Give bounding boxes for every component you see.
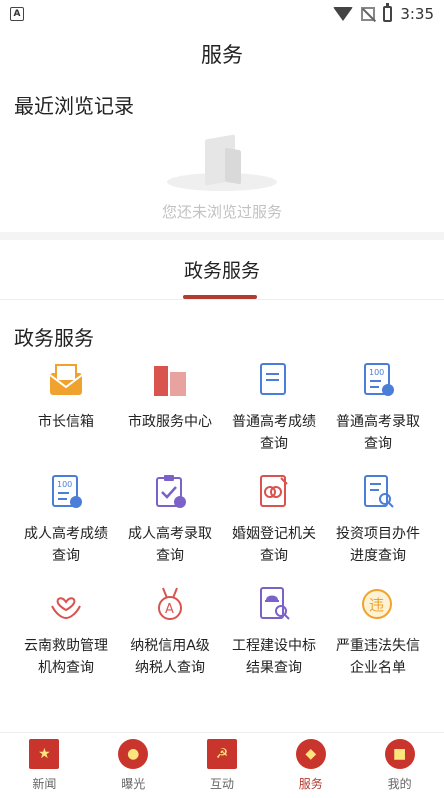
service-grid: 市长信箱 市政服务中心 普通高考成绩查询 100 普通高考录取查询 100 成人… [14,361,430,679]
exposure-icon: ● [118,739,149,769]
service-label: 市政服务中心 [128,414,212,430]
empty-building-icon [167,129,277,193]
service-item[interactable]: A 纳税信用A级纳税人查询 [118,585,222,679]
service-item[interactable]: 市政服务中心 [118,361,222,455]
bottom-tab-bar: ★ 新闻 ● 曝光 ☭ 互动 ◆ 服务 ■ 我的 [0,732,444,798]
tab-interaction[interactable]: ☭ 互动 [178,733,267,798]
mine-icon: ■ [384,739,415,769]
section-title: 政务服务 [14,326,94,350]
svg-text:A: A [165,602,174,617]
tab-mine[interactable]: ■ 我的 [355,733,444,798]
clipboard-check-icon [151,473,189,511]
service-tabs: 政务服务 [0,240,444,300]
service-label: 市长信箱 [38,414,94,430]
building-icon [151,361,189,399]
status-time: 3:35 [400,5,434,23]
recent-title: 最近浏览记录 [14,94,134,118]
tab-news[interactable]: ★ 新闻 [0,733,89,798]
heart-hands-icon [47,585,85,623]
violation-icon: 违 [359,585,397,623]
tab-underline [183,295,257,299]
empty-text: 您还未浏览过服务 [161,203,282,221]
tab-label: 新闻 [32,777,57,791]
tab-label: 我的 [387,777,412,791]
service-item[interactable]: 投资项目办件进度查询 [326,473,430,567]
status-bar: A 3:35 [0,0,444,28]
service-item[interactable]: 100 成人高考成绩查询 [14,473,118,567]
recent-section: 最近浏览记录 您还未浏览过服务 [0,80,444,240]
marriage-icon [255,473,293,511]
doc-search-icon [359,473,397,511]
service-label: 纳税信用A级纳税人查询 [130,638,210,676]
svg-text:100: 100 [57,480,72,489]
service-icon: ◆ [295,739,326,769]
svg-text:100: 100 [369,368,384,377]
interaction-icon: ☭ [206,739,237,769]
admission-doc-icon: 100 [359,361,397,399]
service-label: 成人高考成绩查询 [24,526,108,564]
score-doc-icon [255,361,293,399]
service-label: 婚姻登记机关查询 [232,526,316,564]
service-item[interactable]: 云南救助管理机构查询 [14,585,118,679]
service-label: 严重违法失信企业名单 [336,638,420,676]
empty-state: 您还未浏览过服务 [14,129,430,222]
mail-icon [47,361,85,399]
service-label: 普通高考成绩查询 [232,414,316,452]
tab-government-service[interactable]: 政务服务 [184,256,260,283]
service-label: 工程建设中标结果查询 [232,638,316,676]
tab-label: 曝光 [121,777,146,791]
service-item[interactable]: 成人高考录取查询 [118,473,222,567]
gov-service-section: 政务服务 市长信箱 市政服务中心 普通高考成绩查询 100 普通高考录取查询 1… [0,300,444,679]
wifi-icon [333,7,354,21]
news-icon: ★ [29,739,60,769]
tab-label: 服务 [298,777,323,791]
notification-icon: A [10,7,24,21]
service-label: 云南救助管理机构查询 [24,638,108,676]
service-label: 普通高考录取查询 [336,414,420,452]
service-item[interactable]: 100 普通高考录取查询 [326,361,430,455]
score-doc-icon: 100 [47,473,85,511]
svg-text:违: 违 [369,596,384,614]
service-item[interactable]: 工程建设中标结果查询 [222,585,326,679]
service-item[interactable]: 市长信箱 [14,361,118,455]
tab-label: 互动 [209,777,234,791]
page-title: 服务 [201,43,243,67]
tab-service[interactable]: ◆ 服务 [266,733,355,798]
medal-a-icon: A [151,585,189,623]
tab-exposure[interactable]: ● 曝光 [89,733,178,798]
construction-search-icon [255,585,293,623]
no-signal-icon [361,7,376,21]
battery-icon [383,3,393,22]
service-item[interactable]: 婚姻登记机关查询 [222,473,326,567]
service-item[interactable]: 普通高考成绩查询 [222,361,326,455]
service-label: 成人高考录取查询 [128,526,212,564]
service-item[interactable]: 违 严重违法失信企业名单 [326,585,430,679]
service-label: 投资项目办件进度查询 [336,526,420,564]
